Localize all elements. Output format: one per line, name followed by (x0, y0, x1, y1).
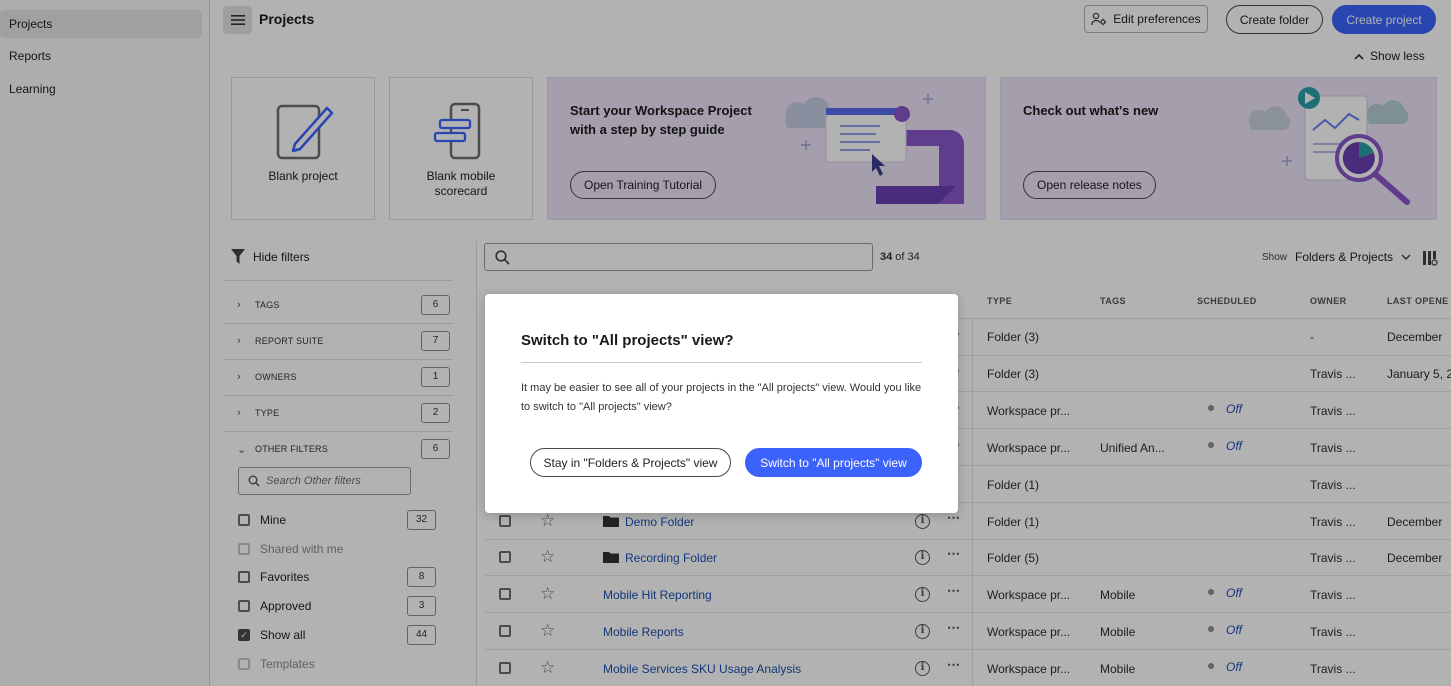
switch-view-dialog: Switch to "All projects" view? It may be… (485, 294, 958, 513)
dialog-divider (521, 362, 922, 363)
switch-to-all-projects-button[interactable]: Switch to "All projects" view (745, 448, 922, 477)
dialog-body: It may be easier to see all of your proj… (521, 382, 922, 413)
dialog-title: Switch to "All projects" view? (521, 332, 734, 349)
stay-in-folders-view-button[interactable]: Stay in "Folders & Projects" view (530, 448, 731, 477)
